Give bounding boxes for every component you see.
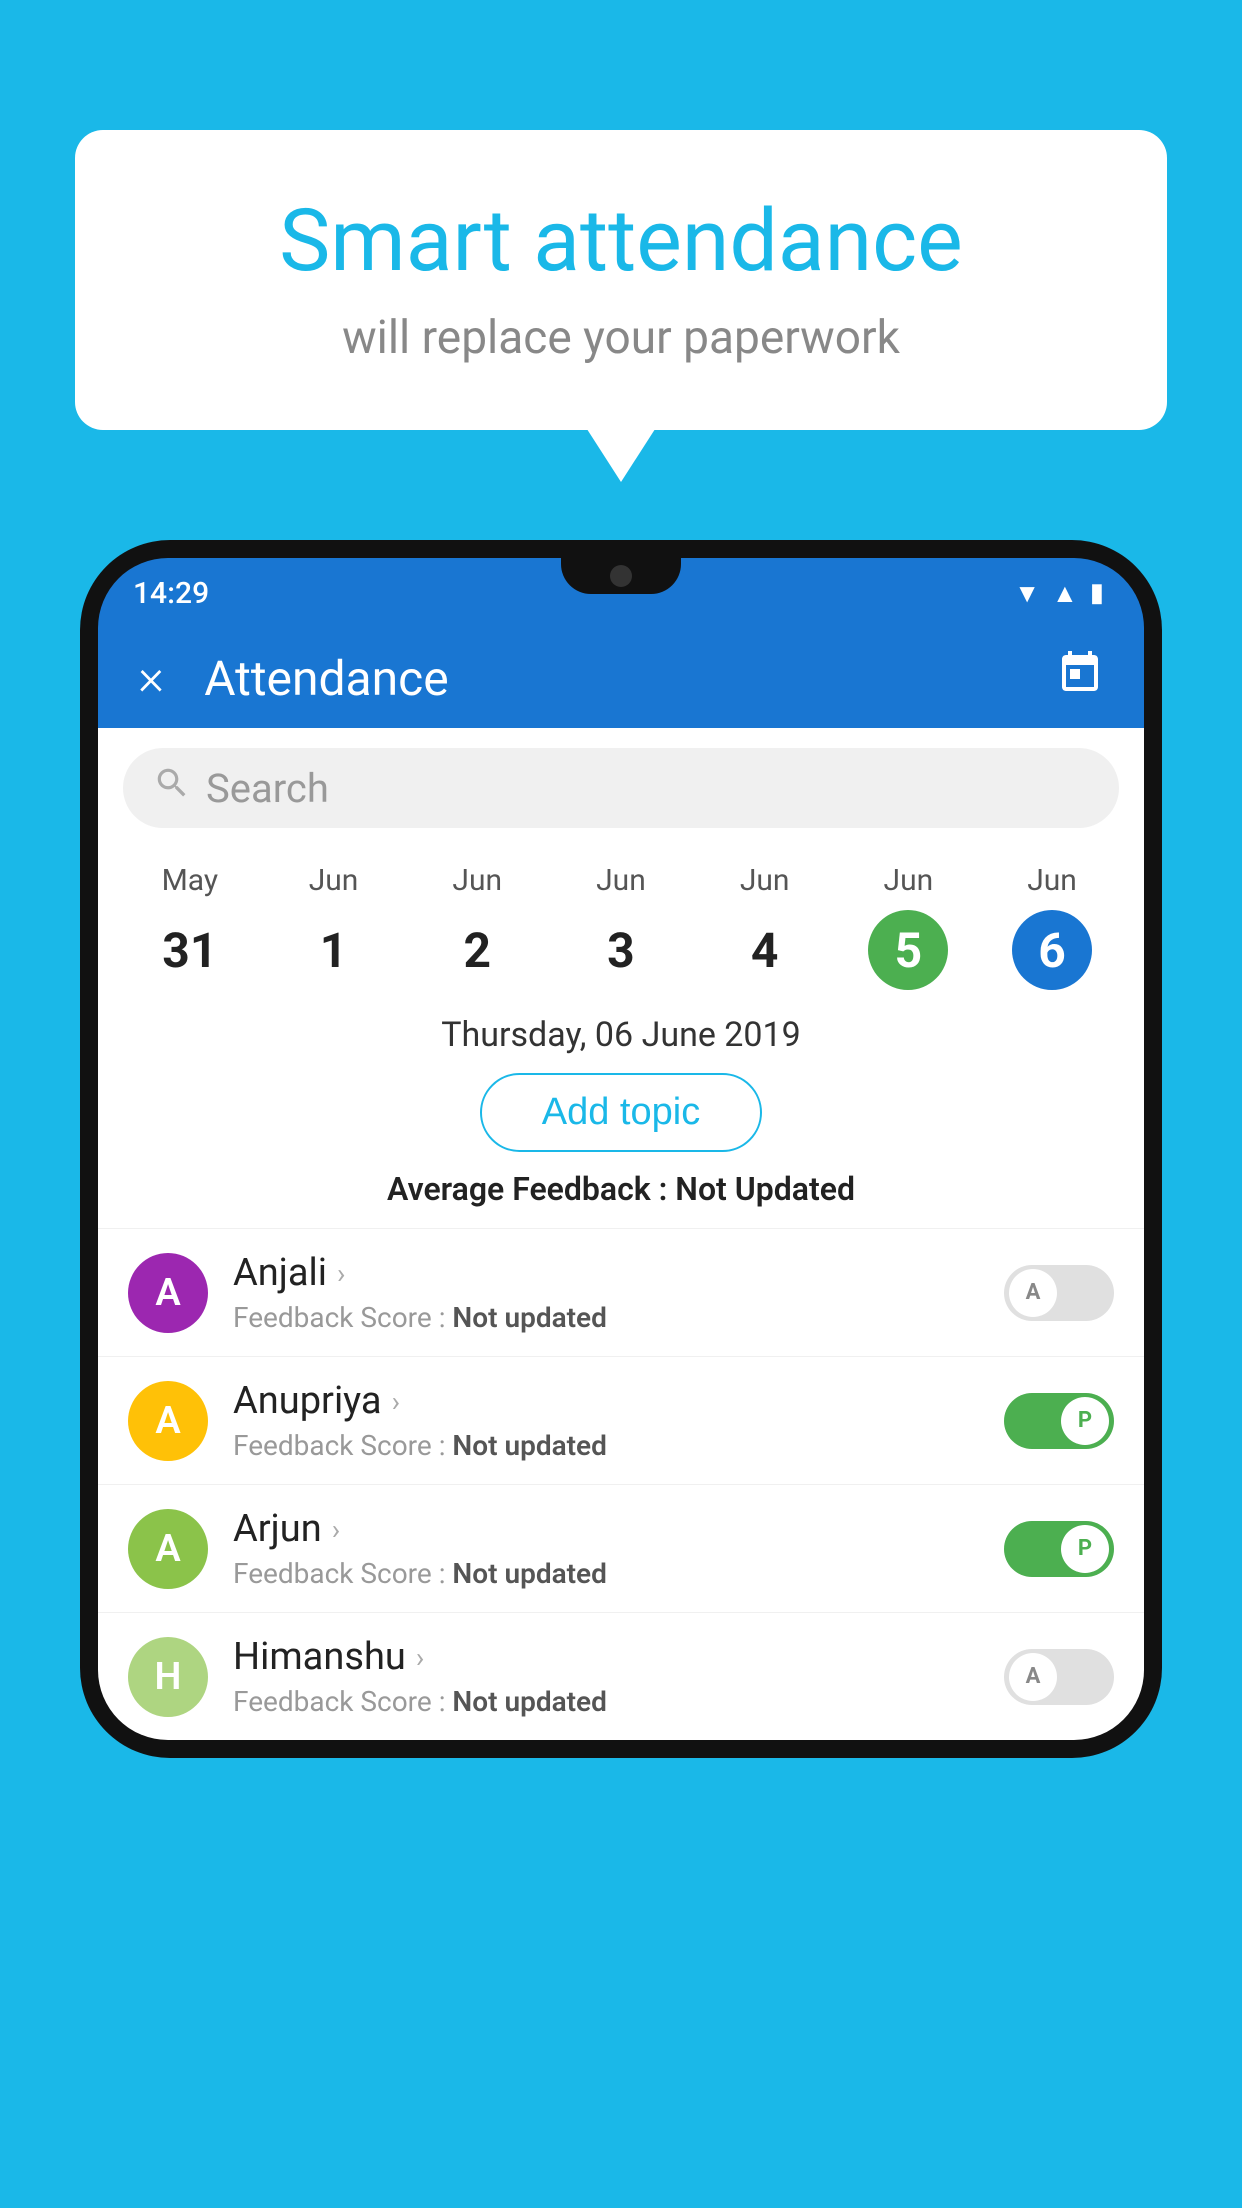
- student-avatar: A: [128, 1381, 208, 1461]
- toggle-knob: P: [1061, 1397, 1109, 1445]
- date-item[interactable]: Jun 5: [868, 863, 948, 990]
- date-number: 6: [1012, 910, 1092, 990]
- student-avatar: A: [128, 1253, 208, 1333]
- close-button[interactable]: ×: [138, 649, 164, 707]
- search-bar[interactable]: Search: [123, 748, 1119, 828]
- search-icon: [153, 764, 191, 812]
- student-name[interactable]: Anjali ›: [233, 1251, 979, 1295]
- date-number: 2: [437, 910, 517, 990]
- students-list: AAnjali ›Feedback Score : Not updatedAAA…: [98, 1228, 1144, 1740]
- date-month: Jun: [309, 863, 359, 898]
- student-feedback: Feedback Score : Not updated: [233, 1429, 979, 1462]
- date-number: 31: [150, 910, 230, 990]
- student-avatar: A: [128, 1509, 208, 1589]
- date-month: Jun: [596, 863, 646, 898]
- wifi-icon: ▼: [1014, 578, 1040, 609]
- student-feedback: Feedback Score : Not updated: [233, 1301, 979, 1334]
- student-info: Anupriya › Feedback Score : Not updated: [233, 1379, 979, 1462]
- date-number: 5: [868, 910, 948, 990]
- search-placeholder: Search: [206, 765, 329, 812]
- attendance-toggle[interactable]: A: [1004, 1265, 1114, 1321]
- student-info: Arjun › Feedback Score : Not updated: [233, 1507, 979, 1590]
- chevron-icon: ›: [416, 1641, 424, 1674]
- attendance-toggle[interactable]: P: [1004, 1521, 1114, 1577]
- add-topic-button[interactable]: Add topic: [480, 1073, 762, 1152]
- student-avatar: H: [128, 1637, 208, 1717]
- phone-screen: Search May 31 Jun 1 Jun 2 Jun 3 Jun 4 Jun 5 Jun 6 Thu…: [98, 728, 1144, 1740]
- status-icons: ▼ ▲ ▮: [1014, 578, 1104, 609]
- student-name[interactable]: Anupriya ›: [233, 1379, 979, 1423]
- chevron-icon: ›: [392, 1385, 400, 1418]
- app-header: × Attendance: [98, 628, 1144, 728]
- toggle-knob: A: [1009, 1269, 1057, 1317]
- phone-mockup: 14:29 ▼ ▲ ▮ × Attendance: [80, 540, 1162, 1758]
- date-month: Jun: [452, 863, 502, 898]
- student-item: A Arjun › Feedback Score : Not updated P: [98, 1484, 1144, 1612]
- speech-bubble-container: Smart attendance will replace your paper…: [75, 130, 1167, 430]
- student-feedback: Feedback Score : Not updated: [233, 1685, 979, 1718]
- toggle-knob: A: [1009, 1653, 1057, 1701]
- status-time: 14:29: [133, 576, 209, 611]
- student-item: A Anupriya › Feedback Score : Not updated P: [98, 1356, 1144, 1484]
- date-number: 3: [581, 910, 661, 990]
- date-month: May: [162, 863, 218, 898]
- date-item[interactable]: Jun 3: [581, 863, 661, 990]
- notch-camera: [610, 565, 632, 587]
- date-number: 1: [294, 910, 374, 990]
- date-item[interactable]: Jun 4: [725, 863, 805, 990]
- app-title: Attendance: [204, 650, 1016, 707]
- date-item[interactable]: Jun 6: [1012, 863, 1092, 990]
- calendar-icon[interactable]: [1056, 649, 1104, 708]
- attendance-toggle[interactable]: P: [1004, 1393, 1114, 1449]
- chevron-icon: ›: [332, 1513, 340, 1546]
- battery-icon: ▮: [1090, 578, 1104, 608]
- student-item: H Himanshu › Feedback Score : Not updated A: [98, 1612, 1144, 1740]
- student-name[interactable]: Arjun ›: [233, 1507, 979, 1551]
- bubble-subtitle: will replace your paperwork: [145, 311, 1097, 365]
- phone-wrapper: 14:29 ▼ ▲ ▮ × Attendance: [80, 540, 1162, 2208]
- chevron-icon: ›: [337, 1257, 345, 1290]
- date-item[interactable]: Jun 1: [294, 863, 374, 990]
- selected-date-label: Thursday, 06 June 2019: [98, 1005, 1144, 1073]
- student-item: A Anjali › Feedback Score : Not updated A: [98, 1228, 1144, 1356]
- student-feedback: Feedback Score : Not updated: [233, 1557, 979, 1590]
- student-name[interactable]: Himanshu ›: [233, 1635, 979, 1679]
- toggle-knob: P: [1061, 1525, 1109, 1573]
- bubble-title: Smart attendance: [145, 190, 1097, 291]
- date-month: Jun: [1027, 863, 1077, 898]
- signal-icon: ▲: [1052, 578, 1078, 609]
- date-item[interactable]: May 31: [150, 863, 230, 990]
- avg-feedback-value: Not Updated: [675, 1170, 855, 1208]
- speech-bubble: Smart attendance will replace your paper…: [75, 130, 1167, 430]
- attendance-toggle[interactable]: A: [1004, 1649, 1114, 1705]
- avg-feedback: Average Feedback : Not Updated: [98, 1170, 1144, 1228]
- date-month: Jun: [884, 863, 934, 898]
- date-picker: May 31 Jun 1 Jun 2 Jun 3 Jun 4 Jun 5 Jun 6: [98, 848, 1144, 1005]
- date-number: 4: [725, 910, 805, 990]
- date-item[interactable]: Jun 2: [437, 863, 517, 990]
- avg-feedback-label: Average Feedback :: [387, 1170, 667, 1208]
- phone-notch: [561, 558, 681, 594]
- date-month: Jun: [740, 863, 790, 898]
- student-info: Anjali › Feedback Score : Not updated: [233, 1251, 979, 1334]
- student-info: Himanshu › Feedback Score : Not updated: [233, 1635, 979, 1718]
